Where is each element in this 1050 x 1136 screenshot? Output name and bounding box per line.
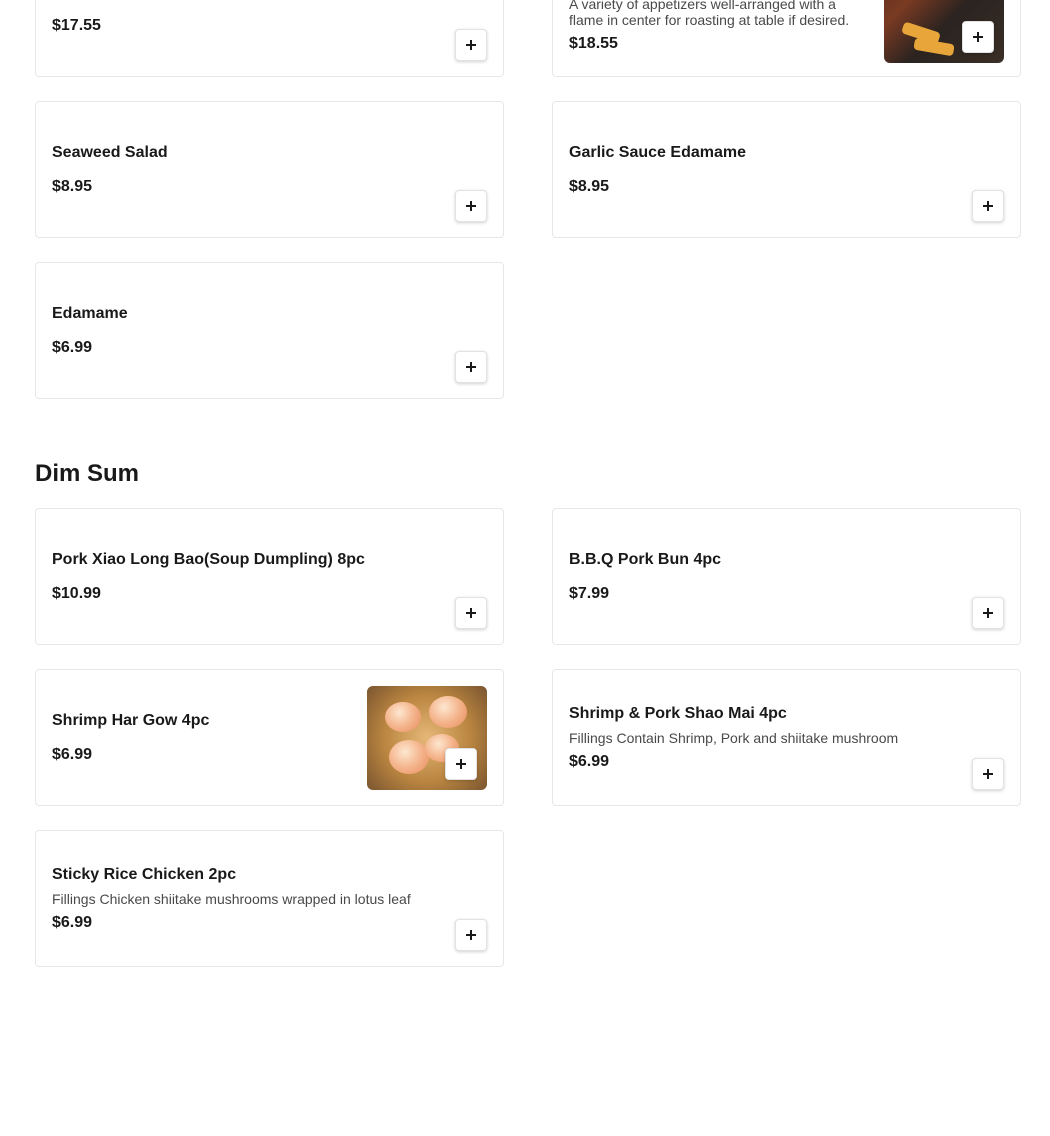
item-name: Garlic Sauce Edamame — [569, 143, 746, 161]
menu-item-card[interactable]: A variety of appetizers well-arranged wi… — [552, 0, 1021, 77]
menu-item-card[interactable]: Shrimp & Pork Shao Mai 4pc Fillings Cont… — [552, 669, 1021, 806]
add-item-button[interactable] — [455, 597, 487, 629]
item-image[interactable] — [367, 686, 487, 790]
item-price: $7.99 — [569, 584, 610, 602]
plus-icon — [466, 930, 476, 940]
item-name: Shrimp & Pork Shao Mai 4pc — [569, 704, 787, 722]
plus-icon — [456, 759, 466, 769]
item-price: $8.95 — [52, 177, 93, 195]
menu-item-card[interactable]: Edamame $6.99 — [35, 262, 504, 399]
item-price: $17.55 — [52, 17, 101, 34]
item-description: A variety of appetizers well-arranged wi… — [569, 0, 850, 28]
item-price: $18.55 — [569, 35, 618, 52]
add-item-button[interactable] — [962, 21, 994, 53]
plus-icon — [466, 608, 476, 618]
menu-item-card[interactable]: Sticky Rice Chicken 2pc Fillings Chicken… — [35, 830, 504, 967]
item-image[interactable] — [884, 0, 1004, 63]
add-item-button[interactable] — [972, 758, 1004, 790]
menu-item-card[interactable]: B.B.Q Pork Bun 4pc $7.99 — [552, 508, 1021, 645]
add-item-button[interactable] — [455, 29, 487, 61]
item-price: $8.95 — [569, 177, 610, 195]
menu-item-card[interactable]: Pork Xiao Long Bao(Soup Dumpling) 8pc $1… — [35, 508, 504, 645]
item-name: Shrimp Har Gow 4pc — [52, 711, 210, 729]
plus-icon — [466, 40, 476, 50]
item-name: Seaweed Salad — [52, 143, 168, 161]
menu-item-card[interactable]: $17.55 — [35, 0, 504, 77]
plus-icon — [466, 201, 476, 211]
item-description: Fillings Chicken shiitake mushrooms wrap… — [52, 890, 411, 907]
plus-icon — [983, 608, 993, 618]
item-price: $6.99 — [52, 745, 93, 763]
plus-icon — [983, 201, 993, 211]
add-item-button[interactable] — [455, 190, 487, 222]
plus-icon — [983, 769, 993, 779]
add-item-button[interactable] — [455, 351, 487, 383]
item-description: Fillings Contain Shrimp, Pork and shiita… — [569, 729, 899, 746]
menu-item-card[interactable]: Garlic Sauce Edamame $8.95 — [552, 101, 1021, 238]
section-title-dim-sum: Dim Sum — [35, 460, 140, 487]
menu-item-card[interactable]: Shrimp Har Gow 4pc $6.99 — [35, 669, 504, 806]
item-price: $6.99 — [569, 752, 610, 770]
item-name: Edamame — [52, 304, 128, 322]
item-price: $10.99 — [52, 584, 101, 602]
item-name: Pork Xiao Long Bao(Soup Dumpling) 8pc — [52, 550, 365, 568]
item-price: $6.99 — [52, 913, 93, 931]
item-name: Sticky Rice Chicken 2pc — [52, 865, 237, 883]
menu-item-card[interactable]: Seaweed Salad $8.95 — [35, 101, 504, 238]
add-item-button[interactable] — [455, 919, 487, 951]
item-name: B.B.Q Pork Bun 4pc — [569, 550, 722, 568]
add-item-button[interactable] — [972, 190, 1004, 222]
plus-icon — [973, 32, 983, 42]
item-price: $6.99 — [52, 338, 93, 356]
plus-icon — [466, 362, 476, 372]
add-item-button[interactable] — [972, 597, 1004, 629]
add-item-button[interactable] — [445, 748, 477, 780]
